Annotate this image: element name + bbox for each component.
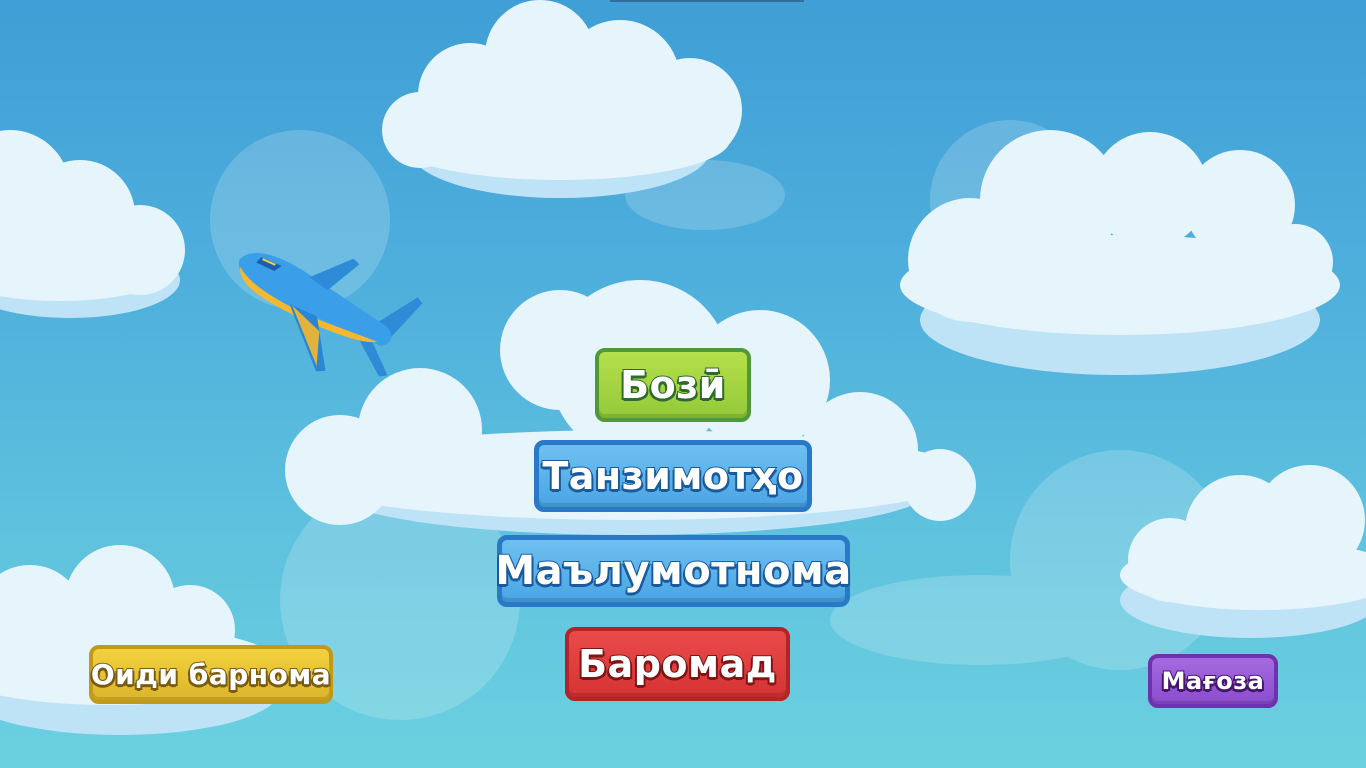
cloud-left <box>0 130 185 318</box>
settings-button-label: Танзимотҳо <box>541 453 804 499</box>
cloud-top-center <box>382 0 742 198</box>
about-app-button[interactable]: Оиди барнома <box>89 645 333 704</box>
store-button-label: Мағоза <box>1161 666 1265 696</box>
info-button-label: Маълумотнома <box>494 547 852 595</box>
about-app-button-label: Оиди барнома <box>90 657 332 692</box>
game-main-menu: Бозӣ Танзимотҳо Маълумотнома Баромад Оид… <box>0 0 1366 768</box>
exit-button[interactable]: Баромад <box>565 627 790 701</box>
play-button[interactable]: Бозӣ <box>595 348 751 422</box>
store-button[interactable]: Мағоза <box>1148 654 1278 708</box>
play-button-label: Бозӣ <box>619 362 726 408</box>
settings-button[interactable]: Танзимотҳо <box>534 440 812 512</box>
cloud-bottom-left <box>0 545 280 735</box>
info-button[interactable]: Маълумотнома <box>494 535 852 607</box>
exit-button-label: Баромад <box>577 641 777 687</box>
